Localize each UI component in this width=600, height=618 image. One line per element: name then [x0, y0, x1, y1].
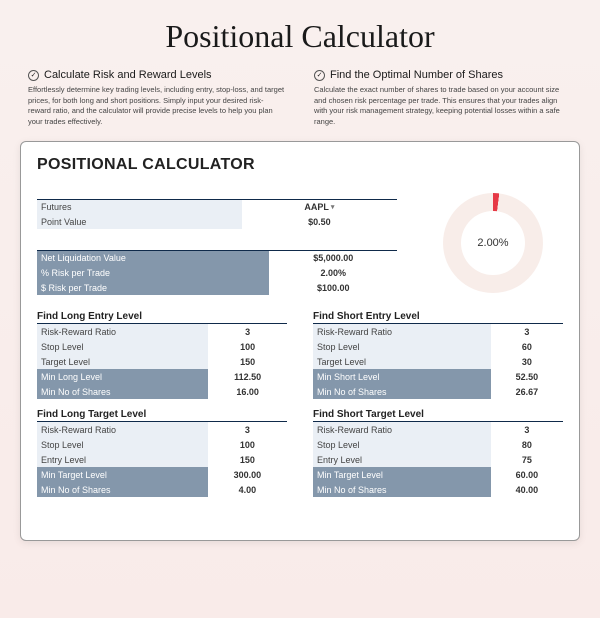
entry-cell[interactable]: 150 [208, 452, 287, 467]
point-value-cell[interactable]: $0.50 [242, 214, 397, 229]
min-shares-label: Min No of Shares [37, 482, 208, 497]
long-target-table: Risk-Reward Ratio3 Stop Level100 Entry L… [37, 422, 287, 497]
feature-heading: Calculate Risk and Reward Levels [44, 69, 212, 81]
check-icon: ✓ [28, 70, 39, 81]
pct-risk-cell[interactable]: 2.00% [269, 265, 397, 280]
min-target-cell: 300.00 [208, 467, 287, 482]
page-title: Positional Calculator [0, 18, 600, 55]
min-long-label: Min Long Level [37, 369, 208, 384]
rr-cell[interactable]: 3 [491, 324, 563, 339]
short-entry-title: Find Short Entry Level [313, 311, 563, 324]
nlv-cell[interactable]: $5,000.00 [269, 250, 397, 265]
min-short-label: Min Short Level [313, 369, 491, 384]
feature-heading: Find the Optimal Number of Shares [330, 69, 503, 81]
feature-body: Calculate the exact number of shares to … [314, 85, 572, 127]
risk-table: Net Liquidation Value $5,000.00 % Risk p… [37, 235, 397, 295]
futures-label: Futures [37, 199, 242, 214]
stop-label: Stop Level [37, 339, 208, 354]
instrument-table: Futures AAPL▾ Point Value $0.50 [37, 184, 397, 229]
min-shares-label: Min No of Shares [313, 384, 491, 399]
min-shares-cell: 4.00 [208, 482, 287, 497]
point-value-label: Point Value [37, 214, 242, 229]
risk-donut-chart: 2.00% [443, 193, 543, 293]
stop-cell[interactable]: 100 [208, 437, 287, 452]
long-target-title: Find Long Target Level [37, 409, 287, 422]
min-target-cell: 60.00 [491, 467, 563, 482]
calculator-card: POSITIONAL CALCULATOR Futures AAPL▾ Poin… [20, 141, 580, 541]
chevron-down-icon: ▾ [331, 203, 335, 211]
min-shares-cell: 26.67 [491, 384, 563, 399]
entry-cell[interactable]: 75 [491, 452, 563, 467]
short-target-title: Find Short Target Level [313, 409, 563, 422]
min-long-cell: 112.50 [208, 369, 287, 384]
rr-cell[interactable]: 3 [491, 422, 563, 437]
check-icon: ✓ [314, 70, 325, 81]
rr-label: Risk-Reward Ratio [37, 324, 208, 339]
target-label: Target Level [313, 354, 491, 369]
target-cell[interactable]: 150 [208, 354, 287, 369]
short-target-table: Risk-Reward Ratio3 Stop Level80 Entry Le… [313, 422, 563, 497]
rr-label: Risk-Reward Ratio [313, 422, 491, 437]
stop-cell[interactable]: 80 [491, 437, 563, 452]
min-shares-cell: 16.00 [208, 384, 287, 399]
dollar-risk-cell: $100.00 [269, 280, 397, 295]
feature-risk-reward: ✓ Calculate Risk and Reward Levels Effor… [28, 69, 286, 127]
chart-center-label: 2.00% [461, 211, 525, 275]
dollar-risk-label: $ Risk per Trade [37, 280, 269, 295]
nlv-label: Net Liquidation Value [37, 250, 269, 265]
pct-risk-label: % Risk per Trade [37, 265, 269, 280]
stop-cell[interactable]: 100 [208, 339, 287, 354]
feature-body: Effortlessly determine key trading level… [28, 85, 286, 127]
stop-cell[interactable]: 60 [491, 339, 563, 354]
min-target-label: Min Target Level [37, 467, 208, 482]
target-label: Target Level [37, 354, 208, 369]
entry-label: Entry Level [37, 452, 208, 467]
min-shares-label: Min No of Shares [313, 482, 491, 497]
rr-label: Risk-Reward Ratio [37, 422, 208, 437]
stop-label: Stop Level [313, 339, 491, 354]
min-shares-label: Min No of Shares [37, 384, 208, 399]
rr-cell[interactable]: 3 [208, 324, 287, 339]
min-short-cell: 52.50 [491, 369, 563, 384]
entry-label: Entry Level [313, 452, 491, 467]
futures-dropdown[interactable]: AAPL▾ [242, 199, 397, 214]
feature-optimal-shares: ✓ Find the Optimal Number of Shares Calc… [314, 69, 572, 127]
rr-cell[interactable]: 3 [208, 422, 287, 437]
stop-label: Stop Level [313, 437, 491, 452]
stop-label: Stop Level [37, 437, 208, 452]
long-entry-table: Risk-Reward Ratio3 Stop Level100 Target … [37, 324, 287, 399]
short-entry-table: Risk-Reward Ratio3 Stop Level60 Target L… [313, 324, 563, 399]
long-entry-title: Find Long Entry Level [37, 311, 287, 324]
card-title: POSITIONAL CALCULATOR [37, 156, 563, 174]
target-cell[interactable]: 30 [491, 354, 563, 369]
rr-label: Risk-Reward Ratio [313, 324, 491, 339]
min-shares-cell: 40.00 [491, 482, 563, 497]
min-target-label: Min Target Level [313, 467, 491, 482]
